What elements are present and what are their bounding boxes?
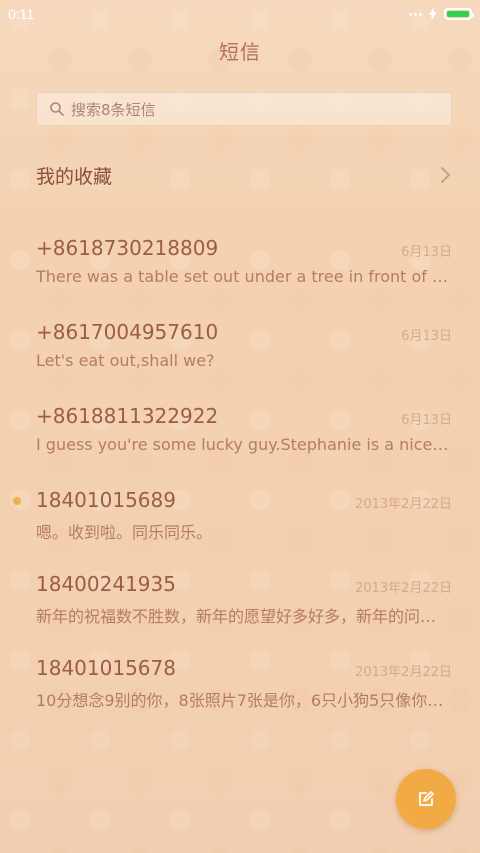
- favorites-row[interactable]: 我的收藏: [36, 160, 456, 190]
- message-sender: +8618811322922: [36, 404, 219, 428]
- compose-icon: [419, 791, 434, 806]
- message-snippet: There was a table set out under a tree i…: [36, 267, 452, 286]
- search-placeholder: 搜索8条短信: [71, 100, 156, 119]
- message-item[interactable]: 18400241935 2013年2月22日 新年的祝福数不胜数，新年的愿望好多…: [36, 572, 452, 636]
- message-item[interactable]: +8618811322922 6月13日 I guess you're some…: [36, 404, 452, 468]
- compose-button[interactable]: [396, 769, 456, 829]
- more-dots-icon: [409, 8, 422, 20]
- message-sender: +8617004957610: [36, 320, 219, 344]
- message-date: 6月13日: [401, 329, 452, 344]
- message-item[interactable]: +8618730218809 6月13日 There was a table s…: [36, 236, 452, 300]
- favorites-label: 我的收藏: [36, 165, 113, 188]
- chevron-right-icon: [441, 167, 450, 183]
- message-date: 6月13日: [401, 245, 452, 260]
- message-snippet: I guess you're some lucky guy.Stephanie …: [36, 435, 452, 454]
- status-icons: [409, 7, 474, 21]
- message-snippet: 嗯。收到啦。同乐同乐。: [36, 523, 213, 542]
- message-date: 2013年2月22日: [355, 497, 452, 512]
- status-bar: 0:11: [0, 0, 480, 28]
- message-date: 2013年2月22日: [355, 665, 452, 680]
- charging-icon: [429, 7, 437, 21]
- message-date: 2013年2月22日: [355, 581, 452, 596]
- search-input[interactable]: 搜索8条短信: [36, 92, 452, 126]
- message-sender: 18401015678: [36, 656, 176, 680]
- message-snippet: 10分想念9别的你，8张照片7张是你，6只小狗5只像你，4…: [36, 691, 452, 710]
- search-icon: [50, 102, 64, 116]
- status-time: 0:11: [8, 6, 35, 22]
- message-sender: 18400241935: [36, 572, 176, 596]
- battery-fill: [447, 11, 469, 17]
- message-snippet: 新年的祝福数不胜数，新年的愿望好多好多，新年的问候送给你: [36, 607, 452, 626]
- message-date: 6月13日: [401, 413, 452, 428]
- unread-dot: [13, 497, 21, 505]
- battery-icon: [444, 8, 474, 20]
- message-item[interactable]: +8617004957610 6月13日 Let's eat out,shall…: [36, 320, 452, 384]
- message-sender: +8618730218809: [36, 236, 219, 260]
- page-title: 短信: [219, 40, 261, 64]
- message-item[interactable]: 18401015689 2013年2月22日 嗯。收到啦。同乐同乐。: [13, 488, 452, 552]
- message-snippet: Let's eat out,shall we?: [36, 351, 215, 370]
- message-item[interactable]: 18401015678 2013年2月22日 10分想念9别的你，8张照片7张是…: [36, 656, 452, 720]
- message-sender: 18401015689: [36, 488, 176, 512]
